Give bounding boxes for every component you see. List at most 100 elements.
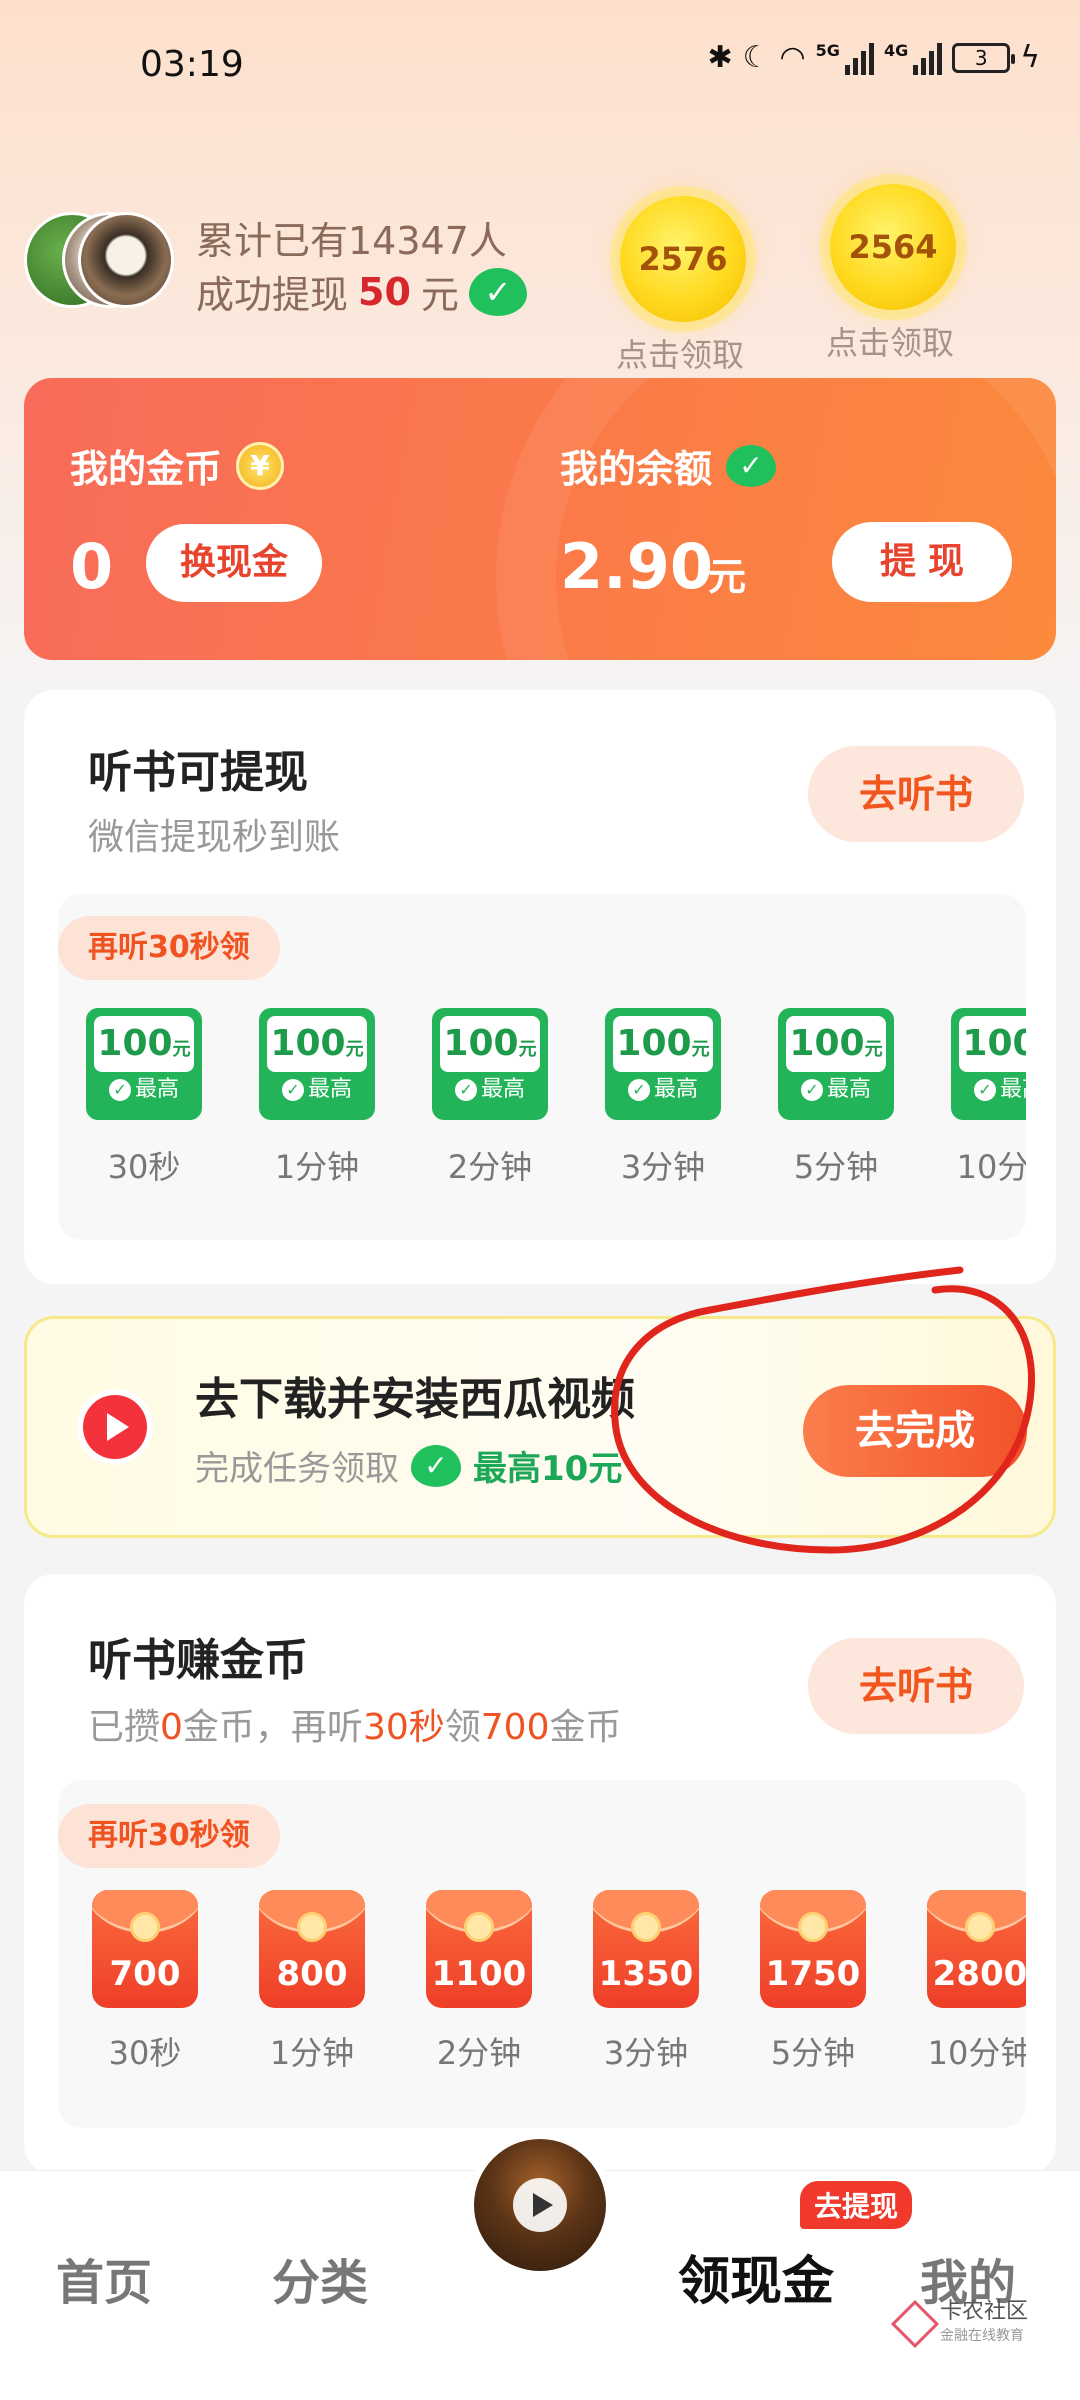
ticket-label: 最高 xyxy=(999,1077,1026,1102)
packet-amount: 1100 xyxy=(431,1954,527,1994)
ticket-time: 2分钟 xyxy=(447,1148,533,1186)
watermark-logo-icon xyxy=(890,2299,940,2349)
balance-label-text: 我的余额 xyxy=(560,447,713,491)
packet-amount: 1750 xyxy=(765,1954,861,1994)
watermark-text: 卡农社区 金融在线教育 xyxy=(940,2300,1028,2348)
ticket-unit: 元 xyxy=(518,1039,537,1060)
task-subtitle-text: 完成任务领取 xyxy=(195,1449,399,1489)
balance-label: 我的余额 ✓ xyxy=(560,438,777,493)
ticket-unit: 元 xyxy=(345,1039,364,1060)
ticket-label: 最高 xyxy=(307,1077,352,1102)
red-packet-item[interactable]: 2800 10分钟 xyxy=(897,1890,1026,2074)
gold-label-text: 我的金币 xyxy=(70,447,223,491)
red-packet-item[interactable]: 800 1分钟 xyxy=(229,1890,395,2074)
nav-category[interactable]: 分类 xyxy=(272,2243,368,2313)
red-packet-item[interactable]: 1750 5分钟 xyxy=(730,1890,896,2074)
listen-hint-tag: 再听30秒领 xyxy=(58,916,280,980)
cash-ticket-item[interactable]: 100元✓最高 10分钟 xyxy=(923,1008,1026,1188)
ticket-amount: 100 xyxy=(97,1023,173,1064)
coin-bubble-2[interactable]: 2564 xyxy=(830,184,956,310)
earn-sub-text: 领 xyxy=(444,1707,481,1748)
packet-amount: 800 xyxy=(276,1954,348,1994)
cash-ticket-item[interactable]: 100元 ✓ 最高 2分钟 xyxy=(404,1008,576,1188)
avatar xyxy=(78,212,174,308)
ticket-unit: 元 xyxy=(864,1039,883,1060)
ticket-amount: 100 xyxy=(962,1023,1026,1064)
red-packet-item[interactable]: 1350 3分钟 xyxy=(563,1890,729,2074)
cellular-signal-1-icon: 5G xyxy=(816,41,874,75)
withdraw-badge: 去提现 xyxy=(800,2181,913,2229)
earn-sub-number: 700 xyxy=(480,1707,550,1748)
cash-ticket: 100元✓最高 xyxy=(86,1008,202,1120)
cash-ticket: 100元✓最高 xyxy=(605,1008,721,1120)
earn-sub-number: 30秒 xyxy=(362,1707,445,1748)
ticket-time: 1分钟 xyxy=(274,1148,360,1186)
red-packet-item[interactable]: 700 30秒 xyxy=(62,1890,228,2074)
coin-bubble-1[interactable]: 2576 xyxy=(620,196,746,322)
watermark: 卡农社区 金融在线教育 xyxy=(890,2300,1028,2349)
ticket-time: 10分钟 xyxy=(956,1148,1026,1186)
cash-ticket: 100元✓最高 xyxy=(432,1008,548,1120)
red-packet-icon: 1750 xyxy=(760,1890,866,2008)
go-listen-earn-button[interactable]: 去听书 xyxy=(808,1638,1024,1734)
gold-value: 0 xyxy=(70,530,114,603)
coin-bubble-1-caption[interactable]: 点击领取 xyxy=(616,330,744,376)
listen-withdraw-subtitle: 微信提现秒到账 xyxy=(88,817,341,858)
ticket-label: 最高 xyxy=(480,1077,525,1102)
withdraw-amount-value: 50 xyxy=(358,269,411,314)
ticket-label: 最高 xyxy=(653,1077,698,1102)
cash-ticket: 100元✓最高 xyxy=(951,1008,1026,1120)
ticket-amount: 100 xyxy=(616,1023,692,1064)
ticket-amount: 100 xyxy=(443,1023,519,1064)
moon-icon: ☾ xyxy=(742,40,770,75)
book-cover-disc xyxy=(474,2139,606,2271)
cash-ticket-item[interactable]: 100元 ✓ 最高 1分钟 xyxy=(231,1008,403,1188)
wifi-icon: ◠ xyxy=(779,40,806,75)
red-packet-icon: 700 xyxy=(92,1890,198,2008)
red-packet-icon: 1350 xyxy=(593,1890,699,2008)
check-icon: ✓ xyxy=(108,1079,131,1101)
cash-ticket-item[interactable]: 100元 ✓ 最高 5分钟 xyxy=(750,1008,922,1188)
packet-time: 5分钟 xyxy=(770,2034,856,2072)
yuan-coin-icon: ¥ xyxy=(236,441,285,490)
ticket-label: 最高 xyxy=(826,1077,871,1102)
earn-sub-text: 金币 xyxy=(549,1707,622,1748)
ticket-time: 30秒 xyxy=(107,1148,181,1186)
red-packet-icon: 1100 xyxy=(426,1890,532,2008)
bluetooth-icon: ✱ xyxy=(707,40,733,75)
packet-time: 2分钟 xyxy=(436,2034,522,2072)
packet-amount: 2800 xyxy=(932,1954,1026,1994)
red-annotation-circle xyxy=(611,1266,1035,1554)
withdraw-button[interactable]: 提现 xyxy=(832,522,1012,602)
status-time: 03:19 xyxy=(140,44,244,85)
check-icon: ✓ xyxy=(627,1079,650,1101)
listen-withdraw-title: 听书可提现 xyxy=(88,747,308,798)
red-packet-icon: 2800 xyxy=(927,1890,1026,2008)
packet-time: 10分钟 xyxy=(927,2034,1026,2072)
cellular-signal-2-icon: 4G xyxy=(884,41,943,75)
nav-player-button[interactable] xyxy=(466,2131,614,2279)
balance-card: 我的金币 ¥ 0 换现金 我的余额 ✓ 2.90 元 提现 xyxy=(24,378,1056,660)
cash-ticket: 100元✓最高 xyxy=(259,1008,375,1120)
status-icons: ✱ ☾ ◠ 5G 4G 3 ϟ xyxy=(707,40,1040,75)
check-icon: ✓ xyxy=(973,1079,996,1101)
gold-label: 我的金币 ¥ xyxy=(70,438,285,493)
cash-ticket-item[interactable]: 100元 ✓ 最高 30秒 xyxy=(58,1008,230,1188)
ticket-unit: 元 xyxy=(172,1039,191,1060)
red-packet-item[interactable]: 1100 2分钟 xyxy=(396,1890,562,2074)
packet-time: 30秒 xyxy=(108,2034,182,2072)
ticket-time: 5分钟 xyxy=(793,1148,879,1186)
wechat-check-icon: ✓ xyxy=(468,267,527,316)
earn-sub-number: 0 xyxy=(160,1707,183,1748)
cash-ticket-item[interactable]: 100元 ✓ 最高 3分钟 xyxy=(577,1008,749,1188)
nav-home[interactable]: 首页 xyxy=(56,2243,152,2313)
watermark-title: 卡农社区 xyxy=(940,2299,1029,2324)
nav-get-cash[interactable]: 领现金 xyxy=(678,2239,834,2314)
go-listen-button[interactable]: 去听书 xyxy=(808,746,1024,842)
ticket-amount: 100 xyxy=(270,1023,346,1064)
earn-hint-tag: 再听30秒领 xyxy=(58,1804,280,1868)
earn-sub-text: 金币，再听 xyxy=(182,1707,363,1748)
exchange-cash-button[interactable]: 换现金 xyxy=(146,524,322,602)
coin-bubble-2-caption[interactable]: 点击领取 xyxy=(826,318,954,364)
task-title: 去下载并安装西瓜视频 xyxy=(195,1374,635,1425)
